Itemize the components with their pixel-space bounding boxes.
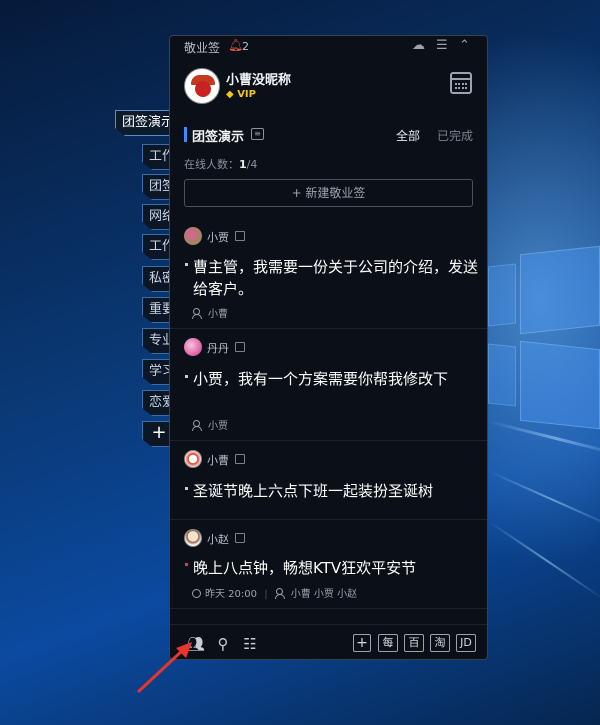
baidu-button[interactable]: 百 (404, 634, 424, 652)
author-avatar (184, 529, 202, 547)
note-assignees: 小曹 小贾 小赵 (290, 589, 358, 600)
reminder-time: 昨天 20:00 (205, 589, 257, 600)
add-icon[interactable]: + (353, 634, 371, 652)
note-type-icon (235, 231, 245, 241)
note-type-icon (235, 342, 245, 352)
note-item[interactable]: 小贾 曹主管，我需要一份关于公司的介绍，发送给客户。 小曹 (170, 221, 487, 329)
author-avatar (184, 338, 202, 356)
author-avatar (184, 450, 202, 468)
group-accent-bar (184, 127, 187, 142)
author-avatar (184, 227, 202, 245)
note-author: 小贾 (207, 231, 229, 244)
people-icon (192, 308, 204, 319)
group-header: 团签演示 ≡ 全部 已完成 (184, 126, 474, 145)
note-author: 小曹 (207, 454, 229, 467)
collapse-icon[interactable]: ⌃ (459, 38, 470, 53)
daily-button[interactable]: 每 (378, 634, 398, 652)
bell-icon[interactable]: 🔔︎ (228, 38, 243, 52)
avatar[interactable] (184, 68, 220, 104)
people-icon (192, 420, 204, 431)
note-text: 圣诞节晚上六点下班一起装扮圣诞树 (193, 482, 434, 500)
note-item[interactable]: 小曹 圣诞节晚上六点下班一起装扮圣诞树 (170, 442, 487, 520)
jd-button[interactable]: JD (456, 634, 476, 652)
profile-header: 小曹没昵称 ◆ VIP (184, 68, 474, 106)
online-count: 在线人数：1/4 (184, 158, 258, 171)
side-tab-group-demo[interactable]: 团签演示 (115, 110, 175, 136)
note-assignees: 小曹 (192, 305, 228, 320)
note-author: 小赵 (207, 533, 229, 546)
cloud-sync-icon[interactable]: ☁ (412, 38, 425, 53)
note-assignees: 小贾 (192, 417, 228, 432)
new-note-button[interactable]: + 新建敬业签 (184, 179, 473, 207)
note-type-icon (235, 533, 245, 543)
note-meta: 昨天 20:00 | 小曹 小贾 小赵 (192, 585, 357, 600)
calendar-icon[interactable] (450, 72, 472, 94)
note-item[interactable]: 小赵 晚上八点钟，畅想KTV狂欢平安节 昨天 20:00 | 小曹 小贾 小赵 (170, 521, 487, 609)
menu-icon[interactable]: ☰ (436, 38, 448, 53)
vip-badge: ◆ VIP (226, 89, 256, 100)
note-text: 晚上八点钟，畅想KTV狂欢平安节 (193, 559, 417, 577)
clock-icon (192, 589, 201, 598)
search-icon[interactable]: ⚲ (214, 635, 232, 653)
people-icon (274, 588, 287, 599)
group-title: 团签演示 (192, 130, 245, 145)
filter-completed-tab[interactable]: 已完成 (437, 127, 473, 144)
annotation-arrow (136, 642, 192, 694)
diamond-icon: ◆ (226, 89, 234, 100)
note-text: 小贾，我有一个方案需要你帮我修改下 (193, 370, 449, 388)
title-bar[interactable]: 敬业签 🔔︎ 2 ☁ ☰ ⌃ (170, 36, 487, 58)
note-panel: 敬业签 🔔︎ 2 ☁ ☰ ⌃ 小曹没昵称 ◆ VIP 团签演示 ≡ 全部 已完成… (169, 35, 488, 660)
taobao-button[interactable]: 淘 (430, 634, 450, 652)
note-bullet (185, 487, 188, 490)
note-text: 曹主管，我需要一份关于公司的介绍，发送给客户。 (193, 258, 479, 298)
note-bullet (185, 263, 188, 266)
notification-count: 2 (242, 40, 249, 53)
app-title: 敬业签 (184, 41, 221, 55)
urgent-bullet (185, 563, 188, 566)
calendar-list-icon[interactable]: ☷ (241, 635, 259, 653)
note-type-icon (235, 454, 245, 464)
bottom-toolbar: 👥︎ ⚲ ☷ + 每 百 淘 JD (170, 624, 487, 660)
username: 小曹没昵称 (226, 73, 292, 88)
note-bullet (185, 375, 188, 378)
note-author: 丹丹 (207, 342, 229, 355)
group-edit-icon[interactable]: ≡ (251, 128, 264, 140)
note-item[interactable]: 丹丹 小贾，我有一个方案需要你帮我修改下 小贾 (170, 330, 487, 441)
filter-all-tab[interactable]: 全部 (396, 127, 420, 144)
